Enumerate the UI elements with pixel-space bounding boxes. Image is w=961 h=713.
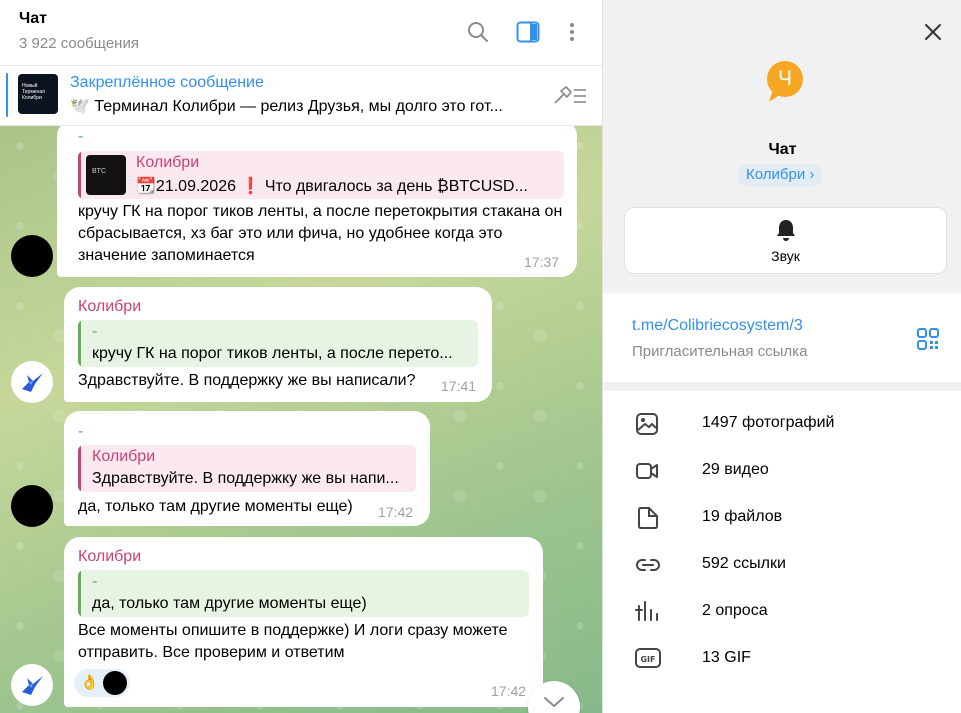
chat-title[interactable]: Чат [19, 10, 47, 28]
chevron-down-icon [544, 697, 564, 707]
close-icon[interactable] [921, 20, 945, 44]
unpin-list-icon[interactable] [552, 84, 586, 113]
bell-icon [775, 218, 797, 247]
media-row-links[interactable]: 592 ссылки [603, 542, 961, 588]
media-label: 29 видео [702, 461, 769, 478]
reply-text: 📆21.09.2026 ❗ Что двигалось за день ₿BTC… [136, 178, 528, 195]
reaction-chip[interactable]: 👌 [74, 669, 130, 697]
reply-author: Колибри [136, 154, 200, 171]
reply-quote[interactable]: BTC Колибри 📆21.09.2026 ❗ Что двигалось … [78, 151, 564, 199]
message-text: Все моменты опишите в поддержке) И логи … [78, 622, 508, 661]
info-header: Ч Чат Колибри › Звук [603, 0, 961, 293]
invite-link-label: Пригласительная ссылка [632, 343, 808, 360]
poll-icon [635, 600, 659, 624]
colibri-avatar[interactable] [11, 361, 53, 403]
reactor-avatar [103, 671, 127, 695]
sound-toggle-button[interactable]: Звук [624, 207, 947, 274]
media-label: 2 опроса [702, 602, 768, 619]
sound-label: Звук [771, 248, 800, 264]
invite-link-section[interactable]: t.me/Colibriecosystem/3 Пригласительная … [603, 293, 961, 382]
pinned-title: Закреплённое сообщение [70, 74, 264, 91]
message-bubble[interactable]: - BTC Колибри 📆21.09.2026 ❗ Что двигалос… [57, 120, 577, 277]
message-bubble[interactable]: Колибри - да, только там другие моменты … [64, 537, 543, 707]
user-avatar[interactable] [11, 235, 53, 277]
more-vertical-icon[interactable] [560, 20, 584, 44]
video-icon [635, 459, 659, 483]
chat-name: Чат [768, 141, 797, 158]
message-text: кручу ГК на порог тиков ленты, а после п… [78, 203, 563, 264]
pinned-thumbnail: Новый Терминал Колибри [18, 74, 58, 114]
message-time: 17:42 [491, 683, 527, 699]
qr-code-icon[interactable] [917, 328, 939, 355]
sender-name[interactable]: Колибри [78, 298, 141, 316]
message-count: 3 922 сообщения [19, 35, 139, 52]
ok-hand-icon: 👌 [80, 674, 99, 691]
colibri-avatar[interactable] [11, 664, 53, 706]
chat-pane: Чат 3 922 сообщения Новый Терминал Колиб… [0, 0, 602, 713]
media-row-polls[interactable]: 2 опроса [603, 589, 961, 635]
message-time: 17:42 [378, 504, 414, 520]
message-time: 17:37 [524, 254, 560, 270]
reply-quote[interactable]: - кручу ГК на порог тиков ленты, а после… [78, 320, 478, 367]
invite-link[interactable]: t.me/Colibriecosystem/3 [632, 317, 803, 335]
media-row-photos[interactable]: 1497 фотографий [603, 401, 961, 447]
media-label: 1497 фотографий [702, 414, 835, 431]
link-icon [635, 553, 660, 577]
chat-info-pane: Ч Чат Колибри › Звук t.me/Colibriecosyst… [602, 0, 961, 713]
media-label: 19 файлов [702, 508, 783, 525]
media-row-gifs[interactable]: GIF 13 GIF [603, 636, 961, 682]
pinned-indicator [6, 73, 8, 117]
photo-icon [635, 412, 659, 436]
message-bubble[interactable]: - Колибри Здравствуйте. В поддержку же в… [64, 411, 430, 526]
reply-text: Здравствуйте. В поддержку же вы напи... [92, 470, 399, 487]
reply-author: Колибри [92, 448, 156, 465]
media-row-files[interactable]: 19 файлов [603, 495, 961, 541]
gif-icon: GIF [635, 647, 661, 671]
message-text: да, только там другие моменты еще) [78, 498, 353, 515]
reply-text: да, только там другие моменты еще) [92, 595, 367, 612]
media-label: 592 ссылки [702, 555, 786, 572]
sidebar-toggle-icon[interactable] [516, 20, 540, 44]
chat-avatar[interactable]: Ч [765, 60, 805, 102]
reply-quote[interactable]: - да, только там другие моменты еще) [78, 570, 529, 617]
message-bubble[interactable]: Колибри - кручу ГК на порог тиков ленты,… [64, 287, 492, 402]
search-icon[interactable] [466, 20, 490, 44]
message-text: Здравствуйте. В поддержку же вы написали… [78, 372, 416, 389]
reply-thumbnail: BTC [86, 155, 126, 195]
reply-quote[interactable]: Колибри Здравствуйте. В поддержку же вы … [78, 445, 416, 492]
avatar-letter: Ч [778, 67, 792, 90]
svg-text:GIF: GIF [640, 655, 655, 664]
parent-channel-link[interactable]: Колибри › [739, 164, 822, 186]
file-icon [635, 506, 659, 530]
sender-name[interactable]: Колибри [78, 548, 141, 566]
reply-text: кручу ГК на порог тиков ленты, а после п… [92, 345, 453, 362]
message-time: 17:41 [441, 378, 477, 394]
pinned-text: 🕊️ Терминал Колибри — релиз Друзья, мы д… [70, 98, 503, 115]
media-label: 13 GIF [702, 649, 751, 666]
shared-media-list: 1497 фотографий 29 видео 19 файлов 592 с… [603, 391, 961, 713]
pinned-message[interactable]: Новый Терминал Колибри Закреплённое сооб… [0, 66, 602, 126]
chat-header: Чат 3 922 сообщения [0, 0, 602, 66]
user-avatar[interactable] [11, 485, 53, 527]
media-row-videos[interactable]: 29 видео [603, 448, 961, 494]
